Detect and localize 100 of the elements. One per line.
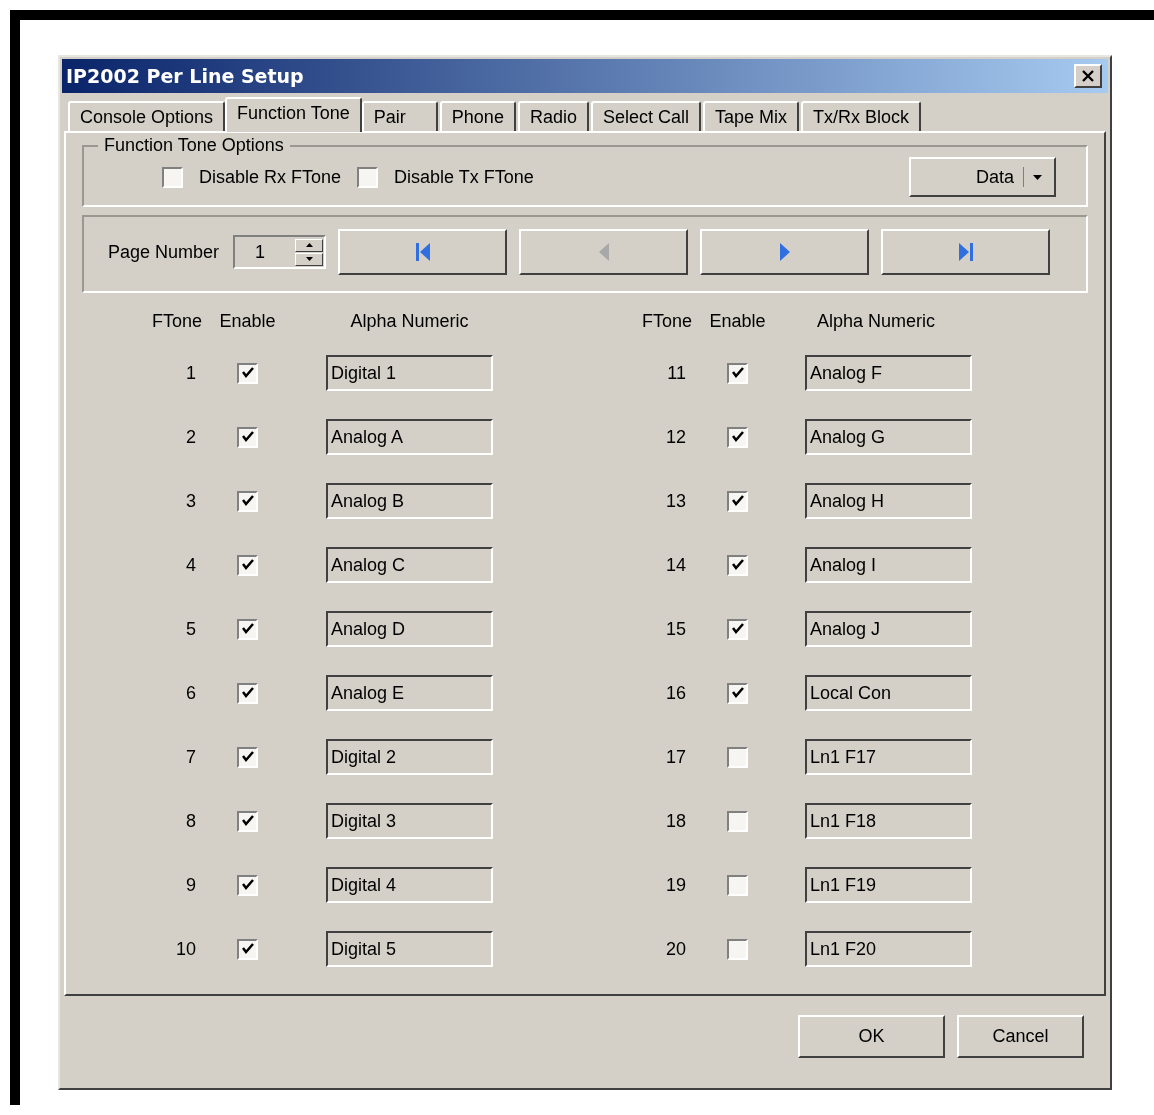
tab[interactable]: Pair [361,101,438,131]
enable-checkbox[interactable] [237,362,258,384]
ftone-number: 3 [186,490,197,512]
checkbox[interactable] [357,166,379,188]
alpha-numeric-field[interactable]: Ln1 F18 [805,803,972,839]
ftone-number: 9 [186,874,197,896]
column-header: FTone [151,310,203,332]
dialog-button[interactable]: Cancel [957,1014,1084,1058]
tab[interactable]: Tx/Rx Block [801,101,922,131]
enable-checkbox[interactable] [237,746,258,768]
checkmark-icon [240,622,255,636]
prev-page-button[interactable] [519,229,689,275]
alpha-numeric-field[interactable]: Analog D [326,611,493,647]
checkbox-label: Disable Tx FTone [394,166,534,188]
alpha-numeric-field[interactable]: Digital 3 [326,803,493,839]
enable-checkbox[interactable] [237,938,258,960]
enable-checkbox[interactable] [237,426,258,448]
ftone-number: 10 [175,938,197,960]
checkbox[interactable] [162,166,183,188]
enable-checkbox[interactable] [727,362,748,384]
column-header: Alpha Numeric [815,310,935,332]
column-header: Enable [219,310,276,332]
enable-checkbox[interactable] [237,554,258,576]
tab[interactable]: Phone [439,101,516,131]
alpha-numeric-field[interactable]: Analog E [326,675,493,711]
alpha-numeric-field[interactable]: Digital 5 [326,931,493,967]
enable-checkbox[interactable] [237,810,258,832]
column-header: Enable [709,310,766,332]
ftone-number: 4 [186,554,197,576]
caret-icon [1033,174,1042,180]
checkmark-icon [730,430,745,444]
alpha-numeric-field[interactable]: Ln1 F20 [805,931,972,967]
alpha-numeric-field[interactable]: Local Con [805,675,972,711]
spin-down-icon[interactable] [295,252,324,266]
alpha-numeric-field[interactable]: Ln1 F17 [805,739,972,775]
checkmark-icon [240,494,255,508]
enable-checkbox[interactable] [727,490,748,512]
enable-checkbox[interactable] [727,426,748,448]
enable-checkbox[interactable] [237,874,258,896]
tab[interactable]: Function Tone [225,97,362,132]
column-header: FTone [641,310,693,332]
alpha-numeric-field[interactable]: Digital 4 [326,867,493,903]
page-number-label: Page Number [108,241,220,263]
enable-checkbox[interactable] [727,618,748,640]
close-icon [1081,69,1095,83]
alpha-numeric-field[interactable]: Analog I [805,547,972,583]
dialog-button[interactable]: OK [798,1014,945,1058]
alpha-numeric-field[interactable]: Digital 2 [326,739,493,775]
tab[interactable]: Radio [517,101,589,131]
enable-checkbox[interactable] [237,618,258,640]
alpha-numeric-field[interactable]: Analog A [326,419,493,455]
enable-checkbox[interactable] [237,682,258,704]
checkmark-icon [240,942,255,956]
ftone-number: 14 [665,554,687,576]
ftone-number: 11 [667,362,687,384]
data-button[interactable]: Data [909,157,1056,197]
enable-checkbox[interactable] [237,490,258,512]
enable-checkbox[interactable] [727,938,748,960]
ftone-number: 8 [186,810,197,832]
tab[interactable]: Console Options [68,101,226,131]
page-number-field[interactable]: 1 [233,235,327,269]
first-page-button[interactable] [338,229,508,275]
ftone-number: 18 [665,810,687,832]
close-button[interactable] [1074,64,1102,88]
ftone-number: 1 [186,362,197,384]
alpha-numeric-field[interactable]: Digital 1 [326,355,493,391]
alpha-numeric-field[interactable]: Analog J [805,611,972,647]
enable-checkbox[interactable] [727,746,748,768]
alpha-numeric-field[interactable]: Analog F [805,355,972,391]
ftone-number: 15 [665,618,687,640]
alpha-numeric-field[interactable]: Analog B [326,483,493,519]
ftone-number: 13 [665,490,687,512]
window-title: IP2002 Per Line Setup [66,65,304,87]
alpha-numeric-field[interactable]: Ln1 F19 [805,867,972,903]
checkmark-icon [730,686,745,700]
tab[interactable]: Tape Mix [703,101,799,131]
tab[interactable]: Select Call [590,101,701,131]
next-page-button[interactable] [700,229,870,275]
ftone-number: 19 [665,874,687,896]
enable-checkbox[interactable] [727,554,748,576]
ftone-number: 7 [186,746,197,768]
ftone-number: 16 [665,682,687,704]
ftone-number: 12 [665,426,687,448]
enable-checkbox[interactable] [727,874,748,896]
checkmark-icon [730,494,745,508]
checkmark-icon [240,366,255,380]
enable-checkbox[interactable] [727,682,748,704]
checkmark-icon [240,814,255,828]
ftone-number: 6 [186,682,197,704]
checkmark-icon [730,622,745,636]
spin-up-icon[interactable] [295,238,324,252]
last-page-button[interactable] [881,229,1051,275]
checkmark-icon [730,558,745,572]
alpha-numeric-field[interactable]: Analog G [805,419,972,455]
ftone-number: 5 [186,618,197,640]
alpha-numeric-field[interactable]: Analog H [805,483,972,519]
enable-checkbox[interactable] [727,810,748,832]
checkmark-icon [240,878,255,892]
alpha-numeric-field[interactable]: Analog C [326,547,493,583]
checkmark-icon [240,558,255,572]
